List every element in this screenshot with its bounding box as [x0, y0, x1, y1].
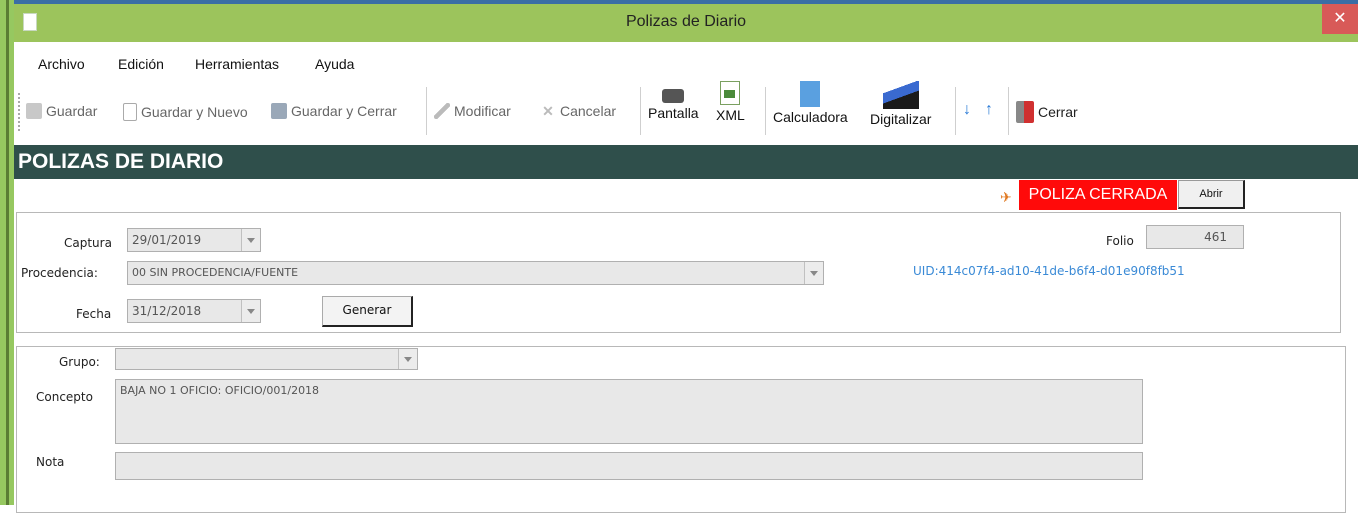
- procedencia-value: 00 SIN PROCEDENCIA/FUENTE: [132, 266, 299, 279]
- window-title: Polizas de Diario: [625, 13, 747, 30]
- chevron-down-icon[interactable]: [804, 262, 823, 284]
- abrir-button[interactable]: Abrir: [1178, 180, 1245, 209]
- menu-edicion[interactable]: Edición: [118, 56, 164, 72]
- cancelar-button[interactable]: ✕ Cancelar: [540, 103, 616, 119]
- calculadora-button[interactable]: Calculadora: [773, 81, 848, 125]
- chevron-down-icon[interactable]: [241, 300, 260, 322]
- fecha-date-field[interactable]: 31/12/2018: [127, 299, 261, 323]
- guardar-cerrar-button[interactable]: Guardar y Cerrar: [271, 103, 397, 119]
- concepto-textarea[interactable]: BAJA NO 1 OFICIO: OFICIO/001/2018: [115, 379, 1143, 444]
- fecha-value: 31/12/2018: [132, 304, 202, 318]
- guardar-nuevo-label: Guardar y Nuevo: [141, 104, 248, 120]
- procedencia-label: Procedencia:: [21, 266, 98, 280]
- captura-date-field[interactable]: 29/01/2019: [127, 228, 261, 252]
- fecha-label: Fecha: [76, 307, 112, 321]
- left-border-line: [6, 0, 9, 505]
- exit-door-icon: [1016, 101, 1034, 123]
- xml-label: XML: [716, 107, 745, 123]
- cerrar-label: Cerrar: [1038, 104, 1078, 120]
- chevron-down-icon[interactable]: [398, 349, 417, 369]
- title-bar: Polizas de Diario ✕: [14, 4, 1358, 42]
- concepto-label: Concepto: [36, 390, 93, 404]
- guardar-nuevo-button[interactable]: Guardar y Nuevo: [123, 103, 248, 121]
- cancel-x-icon: ✕: [542, 103, 554, 119]
- xml-file-icon-tag: [724, 90, 736, 98]
- guardar-cerrar-label: Guardar y Cerrar: [291, 103, 397, 119]
- calculadora-label: Calculadora: [773, 109, 848, 125]
- folio-field[interactable]: 461: [1146, 225, 1244, 249]
- grupo-select[interactable]: [115, 348, 418, 370]
- xml-button[interactable]: XML: [716, 81, 745, 123]
- captura-label: Captura: [64, 236, 112, 250]
- calculator-icon: [800, 81, 821, 107]
- page-header: POLIZAS DE DIARIO: [14, 145, 1358, 179]
- new-doc-icon: [123, 103, 137, 121]
- modificar-label: Modificar: [454, 103, 511, 119]
- pantalla-button[interactable]: Pantalla: [648, 85, 699, 121]
- digitalizar-label: Digitalizar: [870, 111, 932, 127]
- menu-archivo[interactable]: Archivo: [38, 56, 85, 72]
- pantalla-label: Pantalla: [648, 105, 699, 121]
- toolbar-separator: [426, 87, 427, 135]
- printer-icon: [662, 89, 685, 103]
- nota-label: Nota: [36, 455, 65, 469]
- toolbar: Guardar Guardar y Nuevo Guardar y Cerrar…: [14, 79, 1358, 145]
- status-badge: POLIZA CERRADA: [1019, 180, 1177, 210]
- digitalizar-button[interactable]: Digitalizar: [870, 81, 931, 127]
- arrow-up-icon: ↑: [985, 101, 993, 118]
- guardar-button[interactable]: Guardar: [26, 103, 97, 119]
- captura-value: 29/01/2019: [132, 233, 202, 247]
- pencil-icon: [434, 103, 450, 119]
- move-up-button[interactable]: ↑: [985, 101, 993, 119]
- folio-label: Folio: [1106, 234, 1134, 248]
- guardar-label: Guardar: [46, 103, 98, 119]
- menu-bar: Archivo Edición Herramientas Ayuda: [14, 50, 1358, 77]
- save-icon: [26, 103, 42, 119]
- chevron-down-icon[interactable]: [241, 229, 260, 251]
- generar-button[interactable]: Generar: [322, 296, 413, 327]
- procedencia-select[interactable]: 00 SIN PROCEDENCIA/FUENTE: [127, 261, 824, 285]
- toolbar-separator: [640, 87, 641, 135]
- toolbar-separator: [1008, 87, 1009, 135]
- toolbar-separator: [765, 87, 766, 135]
- floppy-icon: [271, 103, 287, 119]
- uid-text: UID:414c07f4-ad10-41de-b6f4-d01e90f8fb51: [913, 264, 1185, 278]
- arrow-down-icon: ↓: [963, 101, 971, 118]
- cancelar-label: Cancelar: [560, 103, 617, 119]
- move-down-button[interactable]: ↓: [963, 101, 971, 119]
- nota-field[interactable]: [115, 452, 1143, 480]
- page-title: POLIZAS DE DIARIO: [18, 150, 224, 173]
- close-button[interactable]: ✕: [1322, 4, 1358, 34]
- pin-icon: ✈: [1000, 189, 1012, 205]
- cerrar-button[interactable]: Cerrar: [1016, 101, 1078, 123]
- grupo-label: Grupo:: [59, 355, 100, 369]
- toolbar-separator: [955, 87, 956, 135]
- menu-ayuda[interactable]: Ayuda: [315, 56, 354, 72]
- scanner-icon: [882, 81, 919, 109]
- xml-file-icon: [720, 81, 741, 105]
- menu-herramientas[interactable]: Herramientas: [195, 56, 279, 72]
- toolbar-grip: [18, 93, 22, 131]
- modificar-button[interactable]: Modificar: [434, 103, 511, 119]
- left-window-border: [0, 0, 14, 505]
